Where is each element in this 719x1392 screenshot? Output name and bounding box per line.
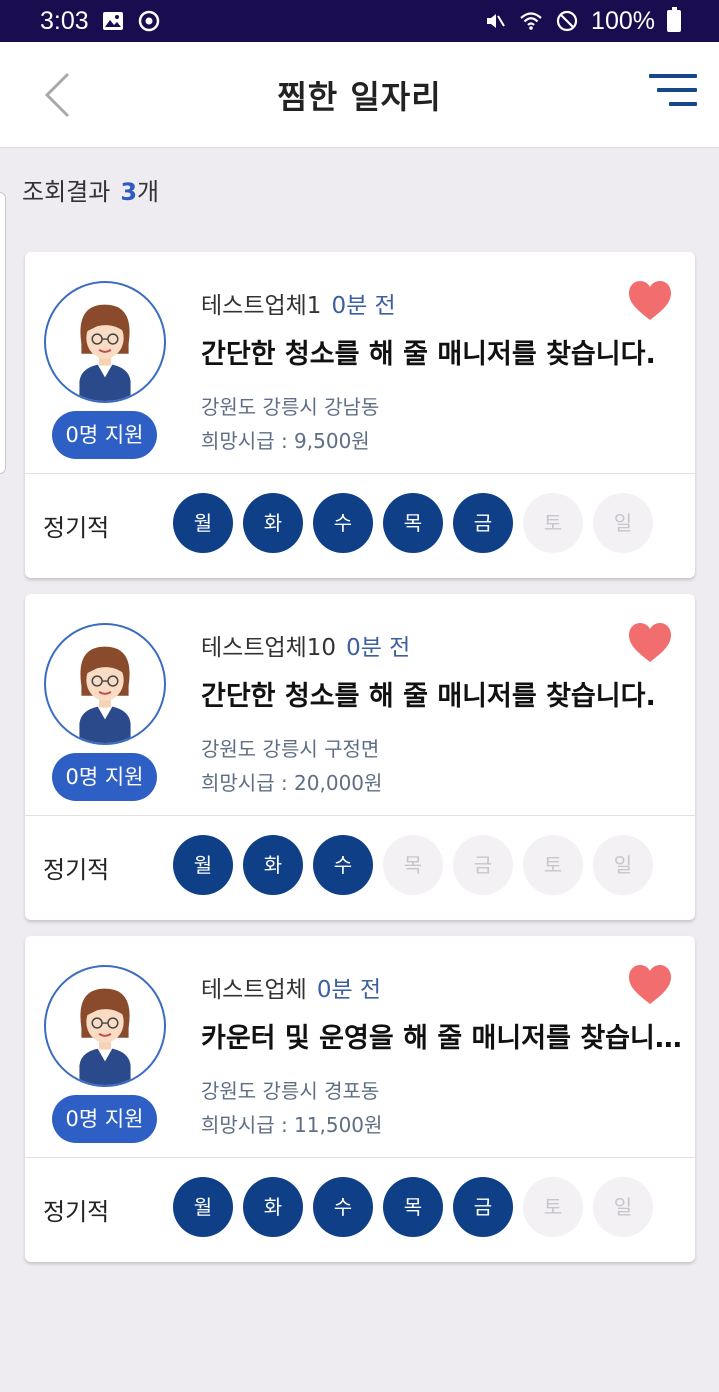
company-name: 테스트업체 0분 전	[201, 970, 381, 1004]
card-divider	[25, 1157, 695, 1158]
battery-level: 100%	[591, 6, 655, 35]
mute-icon	[483, 9, 507, 33]
filter-menu-button[interactable]	[643, 70, 697, 114]
job-wage: 희망시급 : 20,000원	[201, 771, 383, 795]
wifi-icon	[519, 9, 543, 33]
job-location: 강원도 강릉시 강남동	[201, 395, 380, 419]
company-label: 테스트업체	[201, 977, 307, 1003]
day-wed: 수	[313, 493, 373, 553]
work-days: 월 화 수 목 금 토 일	[173, 493, 653, 553]
day-fri: 금	[453, 835, 513, 895]
day-tue: 화	[243, 1177, 303, 1237]
job-location: 강원도 강릉시 구정면	[201, 737, 380, 761]
menu-line-icon	[649, 74, 697, 78]
company-name: 테스트업체10 0분 전	[201, 628, 410, 662]
day-thu: 목	[383, 1177, 443, 1237]
job-card[interactable]: 0명 지원 테스트업체10 0분 전 간단한 청소를 해 줄 매니저를 찾습니다.…	[25, 594, 695, 920]
sync-icon	[137, 9, 161, 33]
company-label: 테스트업체1	[201, 293, 322, 319]
job-title: 간단한 청소를 해 줄 매니저를 찾습니다.	[201, 681, 656, 712]
posted-time: 0분 전	[346, 635, 411, 661]
work-days: 월 화 수 목 금 토 일	[173, 1177, 653, 1237]
day-thu: 목	[383, 493, 443, 553]
day-mon: 월	[173, 835, 233, 895]
job-location: 강원도 강릉시 경포동	[201, 1079, 380, 1103]
posted-time: 0분 전	[331, 293, 396, 319]
status-bar-left: 3:03	[40, 7, 161, 36]
day-mon: 월	[173, 1177, 233, 1237]
card-divider	[25, 473, 695, 474]
battery-icon	[667, 7, 681, 32]
status-time: 3:03	[40, 6, 89, 35]
applicant-count-badge: 0명 지원	[52, 753, 157, 801]
card-divider	[25, 815, 695, 816]
avatar	[44, 623, 166, 745]
app-bar: 찜한 일자리	[0, 42, 719, 148]
result-unit: 개	[137, 178, 160, 206]
day-sun: 일	[593, 1177, 653, 1237]
status-bar-right: 100%	[483, 7, 681, 36]
job-card[interactable]: 0명 지원 테스트업체 0분 전 카운터 및 운영을 해 줄 매니저를 찾습니다.…	[25, 936, 695, 1262]
manager-avatar-icon	[79, 304, 131, 401]
day-tue: 화	[243, 835, 303, 895]
day-sun: 일	[593, 493, 653, 553]
manager-avatar-icon	[79, 988, 131, 1085]
menu-line-icon	[657, 88, 697, 92]
day-fri: 금	[453, 493, 513, 553]
day-sun: 일	[593, 835, 653, 895]
result-summary: 조회결과 3개	[22, 172, 159, 207]
posted-time: 0분 전	[316, 977, 382, 1003]
work-days: 월 화 수 목 금 토 일	[173, 835, 653, 895]
avatar	[44, 281, 166, 403]
company-name: 테스트업체1 0분 전	[201, 286, 396, 320]
day-wed: 수	[313, 835, 373, 895]
day-thu: 목	[383, 835, 443, 895]
day-mon: 월	[173, 493, 233, 553]
day-sat: 토	[523, 493, 583, 553]
applicant-count-badge: 0명 지원	[52, 411, 157, 459]
result-count: 3	[120, 178, 138, 206]
side-drawer-handle[interactable]	[0, 192, 6, 474]
heart-icon[interactable]	[627, 280, 673, 322]
day-tue: 화	[243, 493, 303, 553]
heart-icon[interactable]	[627, 964, 673, 1006]
do-not-disturb-icon	[555, 9, 579, 33]
applicant-count-badge: 0명 지원	[52, 1095, 157, 1143]
schedule-type: 정기적	[43, 856, 110, 884]
gallery-icon	[101, 9, 125, 33]
day-sat: 토	[523, 1177, 583, 1237]
manager-avatar-icon	[79, 646, 131, 743]
day-wed: 수	[313, 1177, 373, 1237]
job-title: 카운터 및 운영을 해 줄 매니저를 찾습니다.	[201, 1023, 687, 1054]
job-card[interactable]: 0명 지원 테스트업체1 0분 전 간단한 청소를 해 줄 매니저를 찾습니다. …	[25, 252, 695, 578]
menu-line-icon	[669, 102, 697, 106]
day-sat: 토	[523, 835, 583, 895]
heart-icon[interactable]	[627, 622, 673, 664]
avatar	[44, 965, 166, 1087]
page-title: 찜한 일자리	[277, 78, 442, 116]
status-bar: 3:03 100%	[0, 0, 719, 42]
job-wage: 희망시급 : 9,500원	[201, 429, 370, 453]
company-label: 테스트업체10	[201, 635, 337, 661]
day-fri: 금	[453, 1177, 513, 1237]
result-label: 조회결과	[22, 178, 111, 206]
job-wage: 희망시급 : 11,500원	[201, 1113, 383, 1137]
schedule-type: 정기적	[43, 514, 110, 542]
schedule-type: 정기적	[43, 1198, 110, 1226]
job-title: 간단한 청소를 해 줄 매니저를 찾습니다.	[201, 339, 656, 370]
